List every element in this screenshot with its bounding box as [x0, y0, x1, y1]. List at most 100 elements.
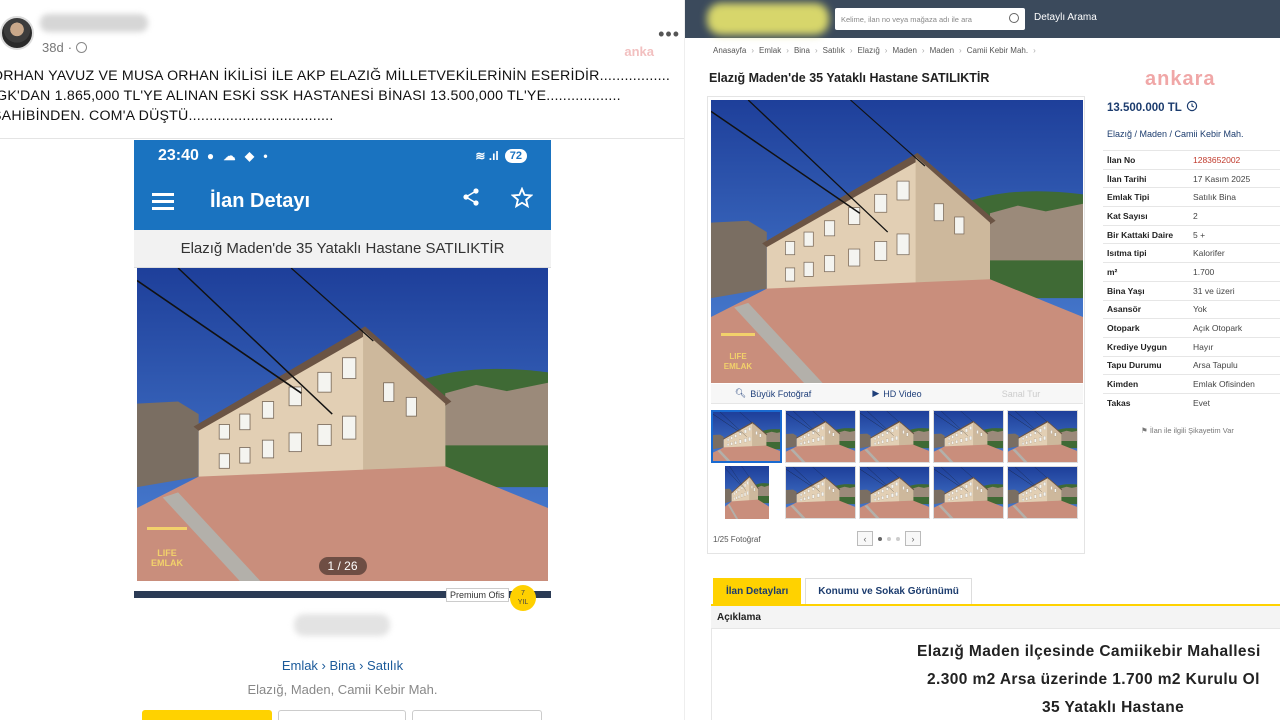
site-header: Kelime, ilan no veya mağaza adı ile ara …: [685, 0, 1280, 38]
search-placeholder: Kelime, ilan no veya mağaza adı ile ara: [841, 14, 972, 24]
detail-key: Bina Yaşı: [1107, 285, 1145, 296]
detail-value: Kalorifer: [1193, 248, 1225, 259]
photo-tools: 🔍︎ Büyük Fotoğraf ▶ HD Video Sanal Tur: [711, 384, 1083, 404]
detail-row: İlan Tarihi 17 Kasım 2025: [1103, 168, 1280, 188]
page-dot[interactable]: [896, 536, 900, 541]
play-icon: ▶: [872, 388, 880, 398]
menu-icon[interactable]: [152, 193, 174, 210]
thumbnail[interactable]: [1007, 466, 1078, 519]
thumbnail-grid: [711, 410, 1083, 519]
description-line: 35 Yataklı Hastane: [1042, 699, 1185, 716]
detail-value: Hayır: [1193, 341, 1214, 352]
watermark: anka: [624, 44, 654, 59]
thumbnail[interactable]: [785, 410, 856, 463]
listing-photo[interactable]: LIFE EMLAK 1 / 26: [137, 268, 548, 581]
detail-value: Evet: [1193, 397, 1211, 408]
thumbnail[interactable]: [1007, 410, 1078, 463]
flag-icon: ⚑: [1141, 426, 1150, 435]
more-options-icon[interactable]: •••: [658, 24, 680, 45]
detail-value: 17 Kasım 2025: [1193, 173, 1251, 184]
listing-location[interactable]: Elazığ / Maden / Camii Kebir Mah.: [1107, 129, 1244, 139]
thumbnail[interactable]: [933, 410, 1004, 463]
advanced-search-link[interactable]: Detaylı Arama: [1034, 12, 1097, 23]
main-photo[interactable]: LIFE EMLAK: [711, 100, 1083, 383]
avatar[interactable]: [0, 16, 34, 50]
price-history-icon[interactable]: [1186, 100, 1198, 115]
social-post: 38d · ••• anka ORHAN YAVUZ VE MUSA ORHAN…: [0, 0, 684, 720]
search-input[interactable]: Kelime, ilan no veya mağaza adı ile ara: [835, 8, 1025, 30]
detail-key: İlan No: [1107, 154, 1136, 165]
detail-row: Tapu Durumu Arsa Tapulu: [1103, 355, 1280, 375]
detail-key: Kimden: [1107, 379, 1139, 390]
breadcrumb-item[interactable]: Camii Kebir Mah.: [967, 46, 1028, 55]
post-time[interactable]: 38d: [42, 40, 64, 55]
breadcrumb-item[interactable]: Emlak: [759, 46, 781, 55]
post-meta: 38d ·: [42, 40, 88, 55]
detail-key: İlan Tarihi: [1107, 173, 1147, 184]
phone-action-button[interactable]: [412, 710, 542, 720]
phone-status-bar: 23:40 ● ☁ ◆ • ≋ .ıl 72: [134, 140, 551, 172]
thumbnail[interactable]: [859, 410, 930, 463]
favorite-star-icon[interactable]: [510, 186, 534, 215]
zoom-icon: 🔍︎: [734, 388, 747, 398]
site-logo-blurred[interactable]: [707, 3, 829, 35]
search-icon[interactable]: [1009, 13, 1019, 23]
phone-action-button[interactable]: [278, 710, 406, 720]
detail-value: 5 +: [1193, 229, 1206, 240]
detail-row: Otopark Açık Otopark: [1103, 318, 1280, 337]
detail-row: m² 1.700: [1103, 262, 1280, 281]
detail-key: Kat Sayısı: [1107, 210, 1148, 221]
detail-row: Kat Sayısı 2: [1103, 206, 1280, 225]
description-line: Elazığ Maden ilçesinde Camiikebir Mahall…: [917, 643, 1261, 660]
tab-listing-details[interactable]: İlan Detayları: [713, 578, 802, 604]
thumbnail[interactable]: [711, 466, 782, 519]
thumbnail[interactable]: [933, 466, 1004, 519]
detail-value: Arsa Tapulu: [1193, 360, 1238, 371]
detail-row: Isıtma tipi Kalorifer: [1103, 243, 1280, 262]
app-bar-title: İlan Detayı: [210, 189, 311, 212]
detail-row: Bir Kattaki Daire 5 +: [1103, 224, 1280, 244]
seller-name-blurred[interactable]: [294, 614, 390, 636]
detail-row: Kimden Emlak Ofisinden: [1103, 374, 1280, 393]
post-header: 38d · ••• anka: [0, 4, 684, 64]
phone-action-button[interactable]: [142, 710, 272, 720]
detail-value: 1283652002: [1193, 154, 1241, 165]
battery-icon: 72: [504, 149, 527, 163]
detail-value: 2: [1193, 210, 1198, 221]
page-title: Elazığ Maden'de 35 Yataklı Hastane SATIL…: [709, 71, 990, 85]
page-dot[interactable]: [887, 536, 891, 541]
report-label: İlan ile ilgili Şikayetim Var: [1149, 426, 1234, 435]
large-photo-button[interactable]: 🔍︎ Büyük Fotoğraf: [711, 384, 835, 403]
signal-icon: ≋ .ıl: [475, 149, 499, 163]
hd-video-button[interactable]: ▶ HD Video: [835, 384, 959, 403]
premium-office-label: Premium Ofis: [446, 588, 509, 602]
thumbnail-pager: ‹ ›: [857, 531, 921, 546]
virtual-tour-button[interactable]: Sanal Tur: [959, 384, 1083, 403]
detail-key: Otopark: [1107, 323, 1140, 334]
breadcrumb-item[interactable]: Elazığ: [858, 46, 880, 55]
thumbnail[interactable]: [711, 410, 782, 463]
breadcrumb-item[interactable]: Anasayfa: [713, 46, 746, 55]
author-name-blurred[interactable]: [40, 14, 148, 32]
hd-video-label: HD Video: [883, 388, 922, 399]
next-page-icon[interactable]: ›: [905, 531, 921, 546]
thumbnail[interactable]: [859, 466, 930, 519]
post-text-line: ORHAN YAVUZ VE MUSA ORHAN İKİLİSİ İLE AK…: [0, 68, 671, 84]
phone-breadcrumb[interactable]: Emlak › Bina › Satılık: [134, 658, 551, 673]
status-icons: ● ☁ ◆ •: [206, 149, 271, 163]
breadcrumb-item[interactable]: Maden: [930, 46, 954, 55]
post-text-line: İGK'DAN 1.865,000 TL'YE ALINAN ESKİ SSK …: [0, 88, 621, 104]
photo-count: 1/25 Fotoğraf: [713, 535, 761, 544]
share-icon[interactable]: [461, 187, 481, 215]
life-emlak-logo: LIFE EMLAK: [147, 527, 187, 571]
thumbnail[interactable]: [785, 466, 856, 519]
breadcrumb-item[interactable]: Maden: [892, 46, 916, 55]
page-dot[interactable]: [878, 536, 882, 541]
report-listing-link[interactable]: ⚑ İlan ile ilgili Şikayetim Var: [1141, 426, 1234, 435]
description-body: Elazığ Maden ilçesinde Camiikebir Mahall…: [711, 628, 1280, 720]
tab-location-street-view[interactable]: Konumu ve Sokak Görünümü: [805, 578, 972, 604]
detail-key: Takas: [1107, 397, 1131, 408]
breadcrumb-item[interactable]: Bina: [794, 46, 810, 55]
prev-page-icon[interactable]: ‹: [857, 531, 873, 546]
breadcrumb-item[interactable]: Satılık: [823, 46, 845, 55]
